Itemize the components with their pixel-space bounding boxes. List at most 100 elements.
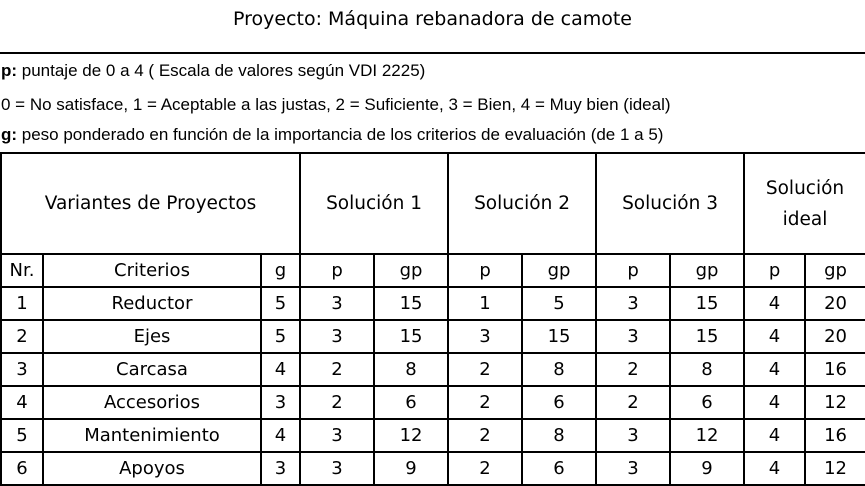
cell-p-3: 3 (595, 451, 672, 486)
evaluation-table: Variantes de Proyectos Solución 1 Soluci… (0, 152, 865, 486)
cell-g: 4 (259, 352, 302, 387)
cell-p-1: 3 (299, 286, 376, 321)
cell-g: 3 (259, 385, 302, 420)
cell-criterio: Ejes (42, 319, 262, 354)
cell-gp-3: 8 (669, 352, 746, 387)
subheader-p-3: p (595, 253, 672, 288)
cell-p-2: 2 (447, 451, 524, 486)
subheader-p-1: p (299, 253, 376, 288)
legend-p-text: puntaje de 0 a 4 ( Escala de valores seg… (17, 61, 426, 80)
legend-g-line: g: peso ponderado en función de la impor… (1, 125, 663, 145)
cell-gp-ideal: 20 (804, 319, 865, 354)
cell-gp-1: 15 (373, 286, 450, 321)
cell-p-ideal: 4 (743, 385, 807, 420)
table-row: 3 Carcasa 4 2 8 2 8 2 8 4 16 (0, 352, 865, 387)
legend-p-line: p: puntaje de 0 a 4 ( Escala de valores … (1, 61, 425, 81)
cell-g: 3 (259, 451, 302, 486)
cell-gp-1: 9 (373, 451, 450, 486)
table-header-row: Variantes de Proyectos Solución 1 Soluci… (0, 152, 865, 255)
table-subheader-row: Nr. Criterios g p gp p gp p gp p gp (0, 253, 865, 288)
subheader-gp-ideal: gp (804, 253, 865, 288)
subheader-gp-2: gp (521, 253, 598, 288)
cell-p-1: 3 (299, 418, 376, 453)
cell-criterio: Reductor (42, 286, 262, 321)
subheader-nr: Nr. (0, 253, 44, 288)
legend-box: p: puntaje de 0 a 4 ( Escala de valores … (0, 52, 865, 152)
subheader-p-2: p (447, 253, 524, 288)
cell-nr: 4 (0, 385, 44, 420)
cell-gp-3: 12 (669, 418, 746, 453)
cell-gp-2: 15 (521, 319, 598, 354)
cell-p-1: 3 (299, 451, 376, 486)
cell-nr: 3 (0, 352, 44, 387)
cell-gp-ideal: 16 (804, 352, 865, 387)
cell-gp-3: 15 (669, 319, 746, 354)
cell-p-ideal: 4 (743, 451, 807, 486)
legend-p-key: p: (1, 61, 18, 80)
header-solution-3: Solución 3 (595, 152, 746, 255)
cell-p-3: 3 (595, 319, 672, 354)
cell-gp-3: 15 (669, 286, 746, 321)
cell-gp-ideal: 12 (804, 385, 865, 420)
subheader-p-ideal: p (743, 253, 807, 288)
cell-gp-2: 6 (521, 385, 598, 420)
header-solution-1: Solución 1 (299, 152, 450, 255)
cell-gp-3: 9 (669, 451, 746, 486)
cell-p-ideal: 4 (743, 352, 807, 387)
cell-gp-3: 6 (669, 385, 746, 420)
cell-p-ideal: 4 (743, 418, 807, 453)
header-variants: Variantes de Proyectos (0, 152, 302, 255)
table-row: 6 Apoyos 3 3 9 2 6 3 9 4 12 (0, 451, 865, 486)
cell-gp-ideal: 20 (804, 286, 865, 321)
page-title: Proyecto: Máquina rebanadora de camote (233, 8, 632, 30)
table-row: 4 Accesorios 3 2 6 2 6 2 6 4 12 (0, 385, 865, 420)
cell-p-3: 3 (595, 286, 672, 321)
cell-g: 5 (259, 286, 302, 321)
cell-criterio: Accesorios (42, 385, 262, 420)
cell-gp-1: 12 (373, 418, 450, 453)
legend-g-key: g: (1, 125, 18, 144)
cell-nr: 6 (0, 451, 44, 486)
subheader-gp-1: gp (373, 253, 450, 288)
table-row: 1 Reductor 5 3 15 1 5 3 15 4 20 (0, 286, 865, 321)
cell-criterio: Mantenimiento (42, 418, 262, 453)
cell-p-2: 1 (447, 286, 524, 321)
cell-g: 5 (259, 319, 302, 354)
cell-p-ideal: 4 (743, 286, 807, 321)
cell-p-1: 2 (299, 352, 376, 387)
cell-gp-ideal: 16 (804, 418, 865, 453)
cell-gp-2: 8 (521, 352, 598, 387)
cell-nr: 5 (0, 418, 44, 453)
cell-criterio: Apoyos (42, 451, 262, 486)
legend-scale-line: 0 = No satisface, 1 = Aceptable a las ju… (1, 95, 671, 114)
header-solution-2: Solución 2 (447, 152, 598, 255)
cell-gp-1: 8 (373, 352, 450, 387)
cell-gp-2: 8 (521, 418, 598, 453)
cell-gp-2: 6 (521, 451, 598, 486)
cell-p-2: 2 (447, 385, 524, 420)
cell-nr: 2 (0, 319, 44, 354)
cell-gp-1: 15 (373, 319, 450, 354)
cell-p-ideal: 4 (743, 319, 807, 354)
cell-p-2: 2 (447, 418, 524, 453)
cell-p-3: 2 (595, 352, 672, 387)
cell-p-3: 3 (595, 418, 672, 453)
cell-g: 4 (259, 418, 302, 453)
legend-g-text: peso ponderado en función de la importan… (17, 125, 664, 144)
cell-p-1: 3 (299, 319, 376, 354)
cell-p-2: 2 (447, 352, 524, 387)
cell-gp-ideal: 12 (804, 451, 865, 486)
subheader-gp-3: gp (669, 253, 746, 288)
cell-p-1: 2 (299, 385, 376, 420)
cell-p-2: 3 (447, 319, 524, 354)
cell-gp-1: 6 (373, 385, 450, 420)
table-row: 5 Mantenimiento 4 3 12 2 8 3 12 4 16 (0, 418, 865, 453)
table-row: 2 Ejes 5 3 15 3 15 3 15 4 20 (0, 319, 865, 354)
subheader-g: g (259, 253, 302, 288)
cell-nr: 1 (0, 286, 44, 321)
subheader-criterios: Criterios (42, 253, 262, 288)
cell-p-3: 2 (595, 385, 672, 420)
header-solution-ideal: Solución ideal (743, 152, 865, 255)
cell-criterio: Carcasa (42, 352, 262, 387)
cell-gp-2: 5 (521, 286, 598, 321)
